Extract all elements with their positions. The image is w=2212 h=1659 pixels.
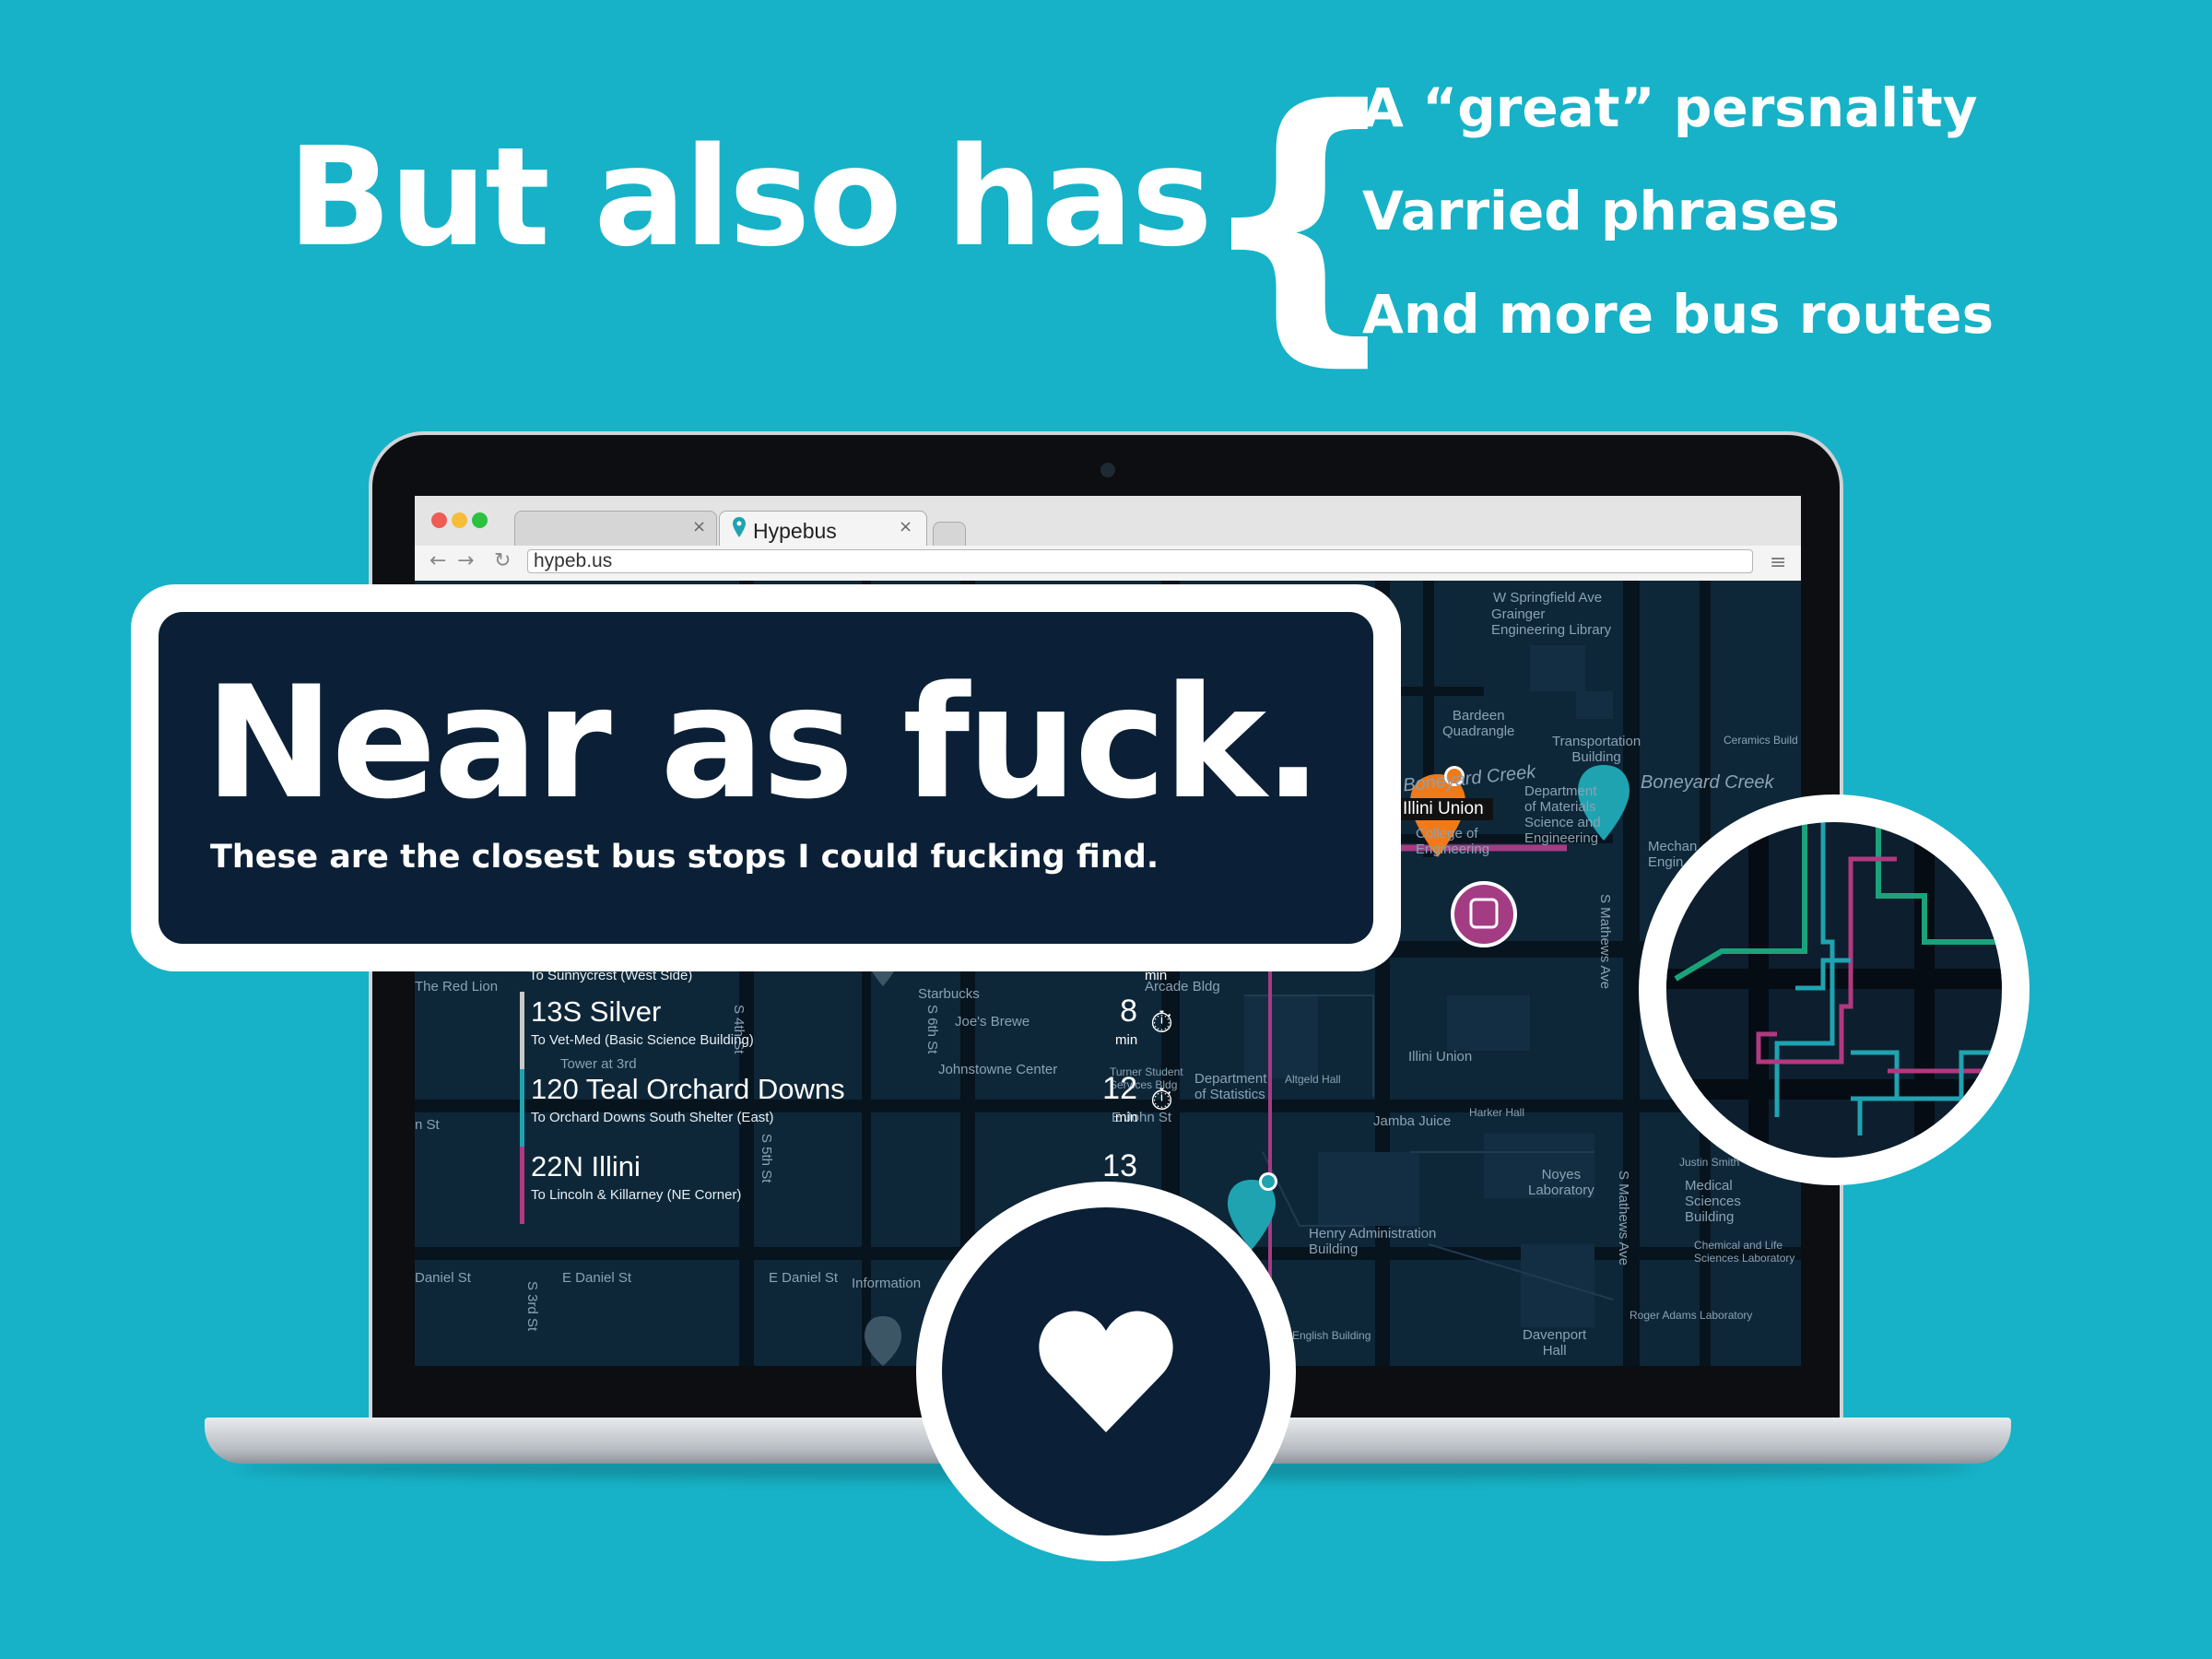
eta-minutes: 12 bbox=[1102, 1071, 1137, 1106]
headline: But also has bbox=[288, 118, 1213, 276]
map-label: Boneyard Creek bbox=[1641, 772, 1774, 793]
map-label: Daniel St bbox=[415, 1270, 471, 1286]
url-input[interactable]: hypeb.us bbox=[527, 549, 1753, 573]
callout-title: Near as fuck. bbox=[205, 653, 1323, 833]
route-color-bar bbox=[520, 1069, 524, 1147]
reload-icon[interactable]: ↻ bbox=[494, 549, 511, 572]
map-label: The Red Lion bbox=[415, 979, 499, 994]
map-label: S Mathews Ave bbox=[1597, 894, 1613, 990]
route-color-bar bbox=[520, 992, 524, 1069]
eta-minutes: 13 bbox=[1102, 1148, 1137, 1183]
hypebus-favicon-icon bbox=[733, 517, 746, 537]
maximize-window-button[interactable] bbox=[472, 512, 488, 528]
feature-item: A “great” persnality bbox=[1362, 76, 1978, 139]
address-bar-row: ← → ↻ hypeb.us ≡ bbox=[415, 546, 1801, 581]
map-label: E Daniel St bbox=[769, 1270, 839, 1286]
map-label: Grainger Engineering Library bbox=[1491, 606, 1612, 638]
feature-item: Varried phrases bbox=[1362, 180, 1840, 242]
favorite-circle-inner bbox=[942, 1207, 1270, 1535]
map-label: Roger Adams Laboratory bbox=[1630, 1309, 1753, 1322]
route-lines-graphic bbox=[1666, 822, 2002, 1158]
tab-close-icon[interactable]: × bbox=[899, 517, 912, 536]
route-destination: To Vet-Med (Basic Science Building) bbox=[531, 1032, 754, 1048]
map-label: Jamba Juice bbox=[1373, 1113, 1452, 1129]
route-destination: To Lincoln & Killarney (NE Corner) bbox=[531, 1187, 742, 1203]
map-label: Henry Administration Building bbox=[1309, 1226, 1437, 1257]
tab-hypebus[interactable]: Hypebus × bbox=[719, 511, 927, 547]
map-label: Noyes Laboratory bbox=[1528, 1167, 1594, 1198]
map-label: Ceramics Build bbox=[1724, 734, 1798, 747]
back-arrow-icon[interactable]: ← bbox=[429, 549, 446, 572]
route-name: 22N Illini bbox=[531, 1150, 641, 1182]
map-label: Information bbox=[852, 1276, 922, 1291]
webcam bbox=[1100, 463, 1115, 477]
eta-unit: min bbox=[1115, 1032, 1138, 1048]
map-label: W Springfield Ave bbox=[1493, 590, 1603, 606]
callout-subtitle: These are the closest bus stops I could … bbox=[210, 839, 1159, 876]
map-label: S 3rd St bbox=[524, 1281, 540, 1332]
map-label: Chemical and Life Sciences Laboratory bbox=[1694, 1239, 1795, 1265]
eta-unit: min bbox=[1115, 1110, 1138, 1125]
map-label: Department of Statistics bbox=[1194, 1071, 1267, 1102]
tab-blank[interactable]: × bbox=[514, 511, 717, 546]
feature-item: And more bus routes bbox=[1362, 283, 1994, 346]
browser-chrome: × Hypebus × ← → ↻ hypeb.us ≡ bbox=[415, 496, 1801, 582]
close-window-button[interactable] bbox=[431, 512, 447, 528]
stopwatch-icon[interactable]: ⏱ bbox=[1150, 1082, 1173, 1118]
route-name: 13S Silver bbox=[531, 995, 662, 1028]
map-label: n St bbox=[415, 1117, 440, 1133]
route-name: 120 Teal Orchard Downs bbox=[531, 1073, 845, 1105]
map-label: Bardeen Quadrangle bbox=[1442, 708, 1515, 739]
stopwatch-icon[interactable]: ⏱ bbox=[1150, 1005, 1173, 1041]
eta-minutes: 8 bbox=[1120, 994, 1137, 1029]
map-label: Department of Materials Science and Engi… bbox=[1524, 783, 1601, 846]
map-label: Harker Hall bbox=[1469, 1106, 1525, 1119]
route-zoom-circle bbox=[1639, 794, 2030, 1185]
map-label: Medical Sciences Building bbox=[1685, 1178, 1741, 1225]
map-label: Transportation Building bbox=[1552, 734, 1641, 765]
map-label: College of Engineering bbox=[1416, 826, 1490, 857]
route-zoom-map bbox=[1666, 822, 2002, 1158]
forward-arrow-icon[interactable]: → bbox=[457, 549, 474, 572]
menu-icon[interactable]: ≡ bbox=[1770, 551, 1786, 574]
tab-close-icon[interactable]: × bbox=[692, 517, 706, 536]
route-color-bar bbox=[520, 1147, 524, 1224]
map-label: Davenport Hall bbox=[1523, 1327, 1587, 1359]
map-label: Altgeld Hall bbox=[1285, 1073, 1341, 1086]
favorite-circle[interactable] bbox=[916, 1182, 1296, 1561]
map-label: S Mathews Ave bbox=[1616, 1171, 1631, 1266]
map-label: Justin Smith bbox=[1679, 1156, 1740, 1169]
map-place-tag: Illini Union bbox=[1394, 798, 1493, 820]
bus-route-row[interactable]: 120 Teal Orchard Downs To Orchard Downs … bbox=[520, 1069, 1173, 1147]
heart-icon bbox=[1039, 1311, 1173, 1432]
map-label: Illini Union bbox=[1408, 1049, 1473, 1065]
map-label: E Daniel St bbox=[562, 1270, 632, 1286]
bus-route-row[interactable]: 13S Silver To Vet-Med (Basic Science Bui… bbox=[520, 992, 1173, 1069]
minimize-window-button[interactable] bbox=[452, 512, 467, 528]
tab-title: Hypebus bbox=[753, 519, 837, 543]
map-label: English Building bbox=[1292, 1329, 1371, 1342]
url-text: hypeb.us bbox=[534, 550, 613, 571]
new-tab-button[interactable] bbox=[933, 522, 966, 546]
route-destination: To Orchard Downs South Shelter (East) bbox=[531, 1110, 774, 1125]
